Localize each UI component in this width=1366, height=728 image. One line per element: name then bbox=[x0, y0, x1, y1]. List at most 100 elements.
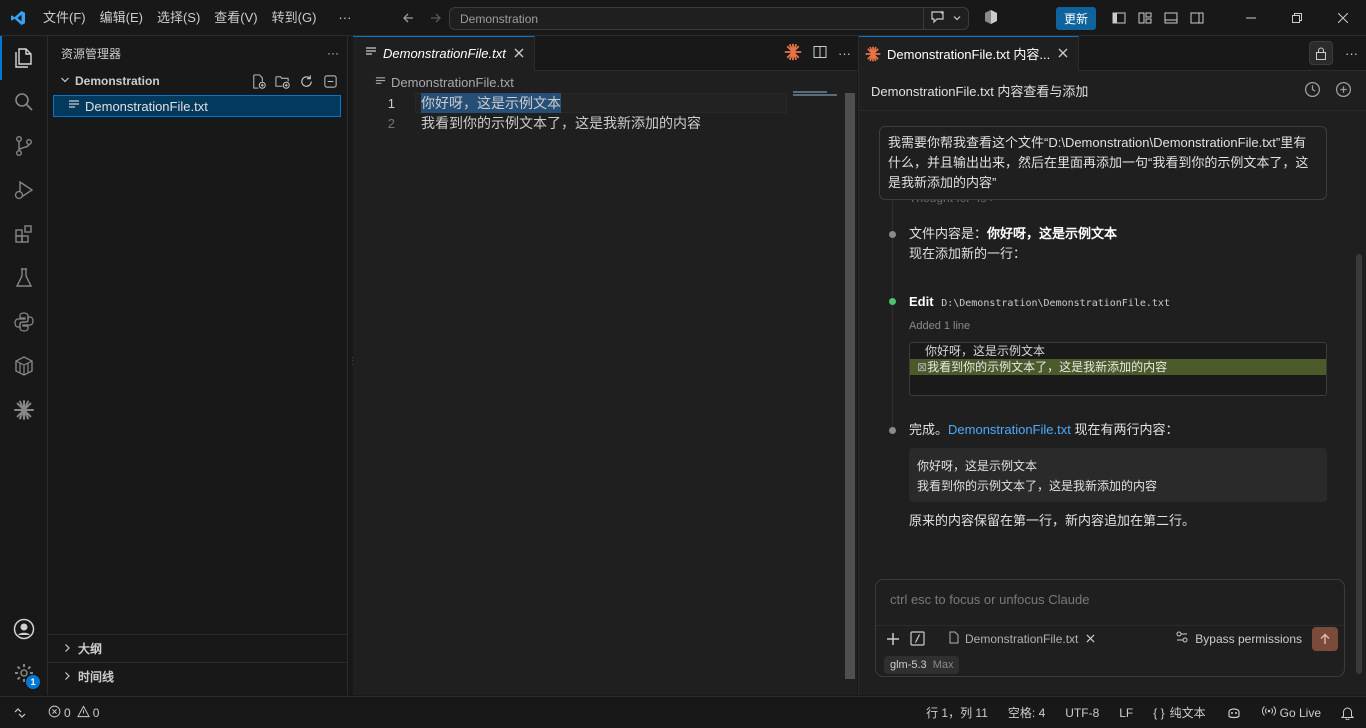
update-button[interactable]: 更新 bbox=[1055, 6, 1096, 30]
new-folder-icon[interactable] bbox=[273, 72, 291, 90]
claude-sparkle-icon[interactable] bbox=[784, 43, 802, 64]
go-live-button[interactable]: Go Live bbox=[1261, 705, 1321, 720]
assistant-message: 文件内容是：你好呀，这是示例文本 现在添加新的一行： bbox=[909, 226, 1118, 261]
indentation[interactable]: 空格: 4 bbox=[1008, 704, 1045, 721]
text-file-icon bbox=[375, 75, 386, 90]
more-actions-icon[interactable]: ··· bbox=[838, 46, 851, 61]
copilot-status-icon[interactable] bbox=[1226, 706, 1242, 720]
conclusion-message: 原来的内容保留在第一行，新内容追加在第二行。 bbox=[909, 513, 1196, 528]
folder-demonstration[interactable]: Demonstration bbox=[48, 70, 347, 92]
more-actions-icon[interactable]: ··· bbox=[1345, 46, 1358, 61]
claude-sparkle-icon bbox=[865, 45, 881, 62]
timeline-label: 时间线 bbox=[78, 670, 115, 684]
menu-edit[interactable]: 编辑(E) bbox=[93, 0, 150, 36]
menu-go[interactable]: 转到(G) bbox=[265, 0, 324, 36]
done-message: 完成。DemonstrationFile.txt 现在有两行内容： bbox=[909, 422, 1179, 437]
language-mode[interactable]: { } 纯文本 bbox=[1153, 704, 1205, 721]
chat-sparkle-icon[interactable] bbox=[930, 10, 946, 27]
chevron-down-icon[interactable] bbox=[952, 12, 962, 26]
chevron-right-icon bbox=[62, 670, 72, 684]
toggle-primary-sidebar-icon[interactable] bbox=[1106, 5, 1132, 31]
diff-view[interactable]: 你好呀，这是示例文本 ⊠我看到你的示例文本了，这是我新添加的内容 bbox=[909, 342, 1327, 396]
cursor-position[interactable]: 行 1，列 11 bbox=[926, 704, 988, 721]
toggle-secondary-sidebar-icon[interactable] bbox=[1184, 5, 1210, 31]
code-line-text: 你好呀，这是示例文本 bbox=[421, 93, 561, 113]
editor-tab-label: DemonstrationFile.txt bbox=[383, 46, 506, 61]
toggle-panel-icon[interactable] bbox=[1158, 5, 1184, 31]
line-ending[interactable]: LF bbox=[1119, 706, 1133, 720]
user-message: 我需要你帮我查看这个文件“D:\Demonstration\Demonstrat… bbox=[879, 126, 1327, 200]
command-center-text: Demonstration bbox=[460, 11, 539, 26]
edit-summary: Added 1 line bbox=[909, 320, 971, 332]
python-icon[interactable] bbox=[0, 300, 48, 344]
broadcast-icon bbox=[1261, 705, 1276, 720]
explorer-sidebar: 资源管理器 ··· Demonstration DemonstrationFil bbox=[48, 36, 348, 695]
run-debug-icon[interactable] bbox=[0, 168, 48, 212]
attached-file-chip[interactable]: DemonstrationFile.txt bbox=[949, 631, 1095, 647]
explorer-icon[interactable] bbox=[0, 36, 48, 80]
command-center-search[interactable]: Demonstration bbox=[449, 7, 969, 30]
claude-tab[interactable]: DemonstrationFile.txt 内容... bbox=[859, 35, 1080, 71]
panel-scrollbar[interactable] bbox=[1356, 254, 1362, 674]
restore-icon[interactable] bbox=[1274, 0, 1320, 36]
more-actions-icon[interactable]: ··· bbox=[327, 46, 339, 60]
remove-file-icon[interactable] bbox=[1086, 632, 1095, 646]
code-line: 2 我看到你的示例文本了，这是我新添加的内容 bbox=[353, 113, 857, 133]
menu-file[interactable]: 文件(F) bbox=[36, 0, 93, 36]
menu-view[interactable]: 查看(V) bbox=[207, 0, 264, 36]
outline-section[interactable]: 大纲 bbox=[48, 634, 347, 662]
menu-more[interactable]: ··· bbox=[331, 0, 358, 36]
file-demonstrationfile[interactable]: DemonstrationFile.txt bbox=[53, 95, 341, 117]
edit-header[interactable]: Edit D:\Demonstration\DemonstrationFile.… bbox=[909, 292, 1170, 314]
model-selector[interactable]: glm-5.3 Max bbox=[884, 656, 960, 674]
testing-flask-icon[interactable] bbox=[0, 256, 48, 300]
chevron-right-icon bbox=[62, 642, 72, 656]
close-tab-icon[interactable] bbox=[514, 46, 524, 61]
permissions-icon bbox=[1175, 630, 1189, 647]
claude-sparkle-icon[interactable] bbox=[0, 388, 48, 432]
editor-tab[interactable]: DemonstrationFile.txt bbox=[353, 35, 535, 71]
add-attachment-icon[interactable] bbox=[886, 632, 900, 646]
remote-indicator-icon[interactable] bbox=[14, 707, 26, 719]
error-icon bbox=[48, 705, 61, 721]
remote-explorer-box-icon[interactable] bbox=[0, 344, 48, 388]
source-control-icon[interactable] bbox=[0, 124, 48, 168]
file-link[interactable]: DemonstrationFile.txt bbox=[948, 422, 1071, 437]
lock-icon[interactable] bbox=[1309, 41, 1333, 65]
send-button[interactable] bbox=[1312, 626, 1338, 651]
collapse-all-icon[interactable] bbox=[321, 72, 339, 90]
problems-indicator[interactable]: 0 0 bbox=[48, 704, 99, 721]
history-clock-icon[interactable] bbox=[1304, 81, 1321, 101]
minimize-icon[interactable] bbox=[1228, 0, 1274, 36]
copilot-icon[interactable] bbox=[983, 9, 999, 28]
close-window-icon[interactable] bbox=[1320, 0, 1366, 36]
timeline-section[interactable]: 时间线 bbox=[48, 662, 347, 690]
menu-selection[interactable]: 选择(S) bbox=[150, 0, 207, 36]
extensions-icon[interactable] bbox=[0, 212, 48, 256]
line-number: 2 bbox=[387, 115, 395, 131]
outline-label: 大纲 bbox=[78, 642, 103, 656]
refresh-icon[interactable] bbox=[297, 72, 315, 90]
back-arrow-icon[interactable] bbox=[398, 8, 418, 28]
notifications-bell-icon[interactable] bbox=[1341, 706, 1354, 720]
customize-layout-icon[interactable] bbox=[1132, 5, 1158, 31]
minimap[interactable] bbox=[793, 91, 837, 96]
menu-bar: 文件(F) 编辑(E) 选择(S) 查看(V) 转到(G) ··· bbox=[36, 0, 358, 36]
close-tab-icon[interactable] bbox=[1058, 46, 1068, 61]
slash-command-icon[interactable] bbox=[910, 631, 925, 646]
chat-input[interactable]: ctrl esc to focus or unfocus Claude Demo… bbox=[875, 579, 1345, 677]
breadcrumb[interactable]: DemonstrationFile.txt bbox=[353, 71, 857, 93]
title-bar: 文件(F) 编辑(E) 选择(S) 查看(V) 转到(G) ··· Demons… bbox=[0, 0, 1366, 36]
encoding[interactable]: UTF-8 bbox=[1065, 706, 1099, 720]
settings-gear-icon[interactable]: 1 bbox=[0, 651, 48, 695]
bypass-permissions-toggle[interactable]: Bypass permissions bbox=[1175, 630, 1302, 647]
editor-scrollbar[interactable] bbox=[843, 93, 857, 683]
search-icon[interactable] bbox=[0, 80, 48, 124]
chevron-down-icon bbox=[60, 74, 70, 88]
accounts-icon[interactable] bbox=[0, 607, 48, 651]
code-editor[interactable]: 1 你好呀，这是示例文本 2 我看到你的示例文本了，这是我新添加的内容 bbox=[353, 93, 857, 133]
new-chat-icon[interactable] bbox=[1335, 81, 1352, 101]
new-file-icon[interactable] bbox=[249, 72, 267, 90]
forward-arrow-icon[interactable] bbox=[426, 8, 446, 28]
split-editor-icon[interactable] bbox=[812, 44, 828, 63]
